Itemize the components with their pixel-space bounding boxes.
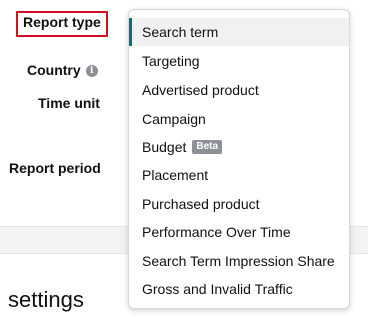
option-advertised-product[interactable]: Advertised product: [129, 76, 349, 104]
option-label: Purchased product: [142, 196, 260, 212]
option-budget[interactable]: Budget Beta: [129, 133, 349, 161]
report-type-dropdown-menu: Search term Targeting Advertised product…: [128, 9, 350, 309]
option-label: Targeting: [142, 53, 200, 69]
option-search-term[interactable]: Search term: [129, 18, 349, 46]
option-label: Search Term Impression Share: [142, 253, 335, 269]
option-performance-over-time[interactable]: Performance Over Time: [129, 218, 349, 246]
info-icon[interactable]: i: [85, 64, 98, 77]
option-label: Search term: [142, 24, 219, 40]
option-label: Gross and Invalid Traffic: [142, 281, 293, 297]
option-label: Placement: [142, 167, 209, 183]
option-campaign[interactable]: Campaign: [129, 105, 349, 133]
option-label: Budget: [142, 139, 187, 155]
report-period-label: Report period: [9, 160, 101, 176]
country-label-row: Country i: [27, 62, 98, 79]
time-unit-label: Time unit: [38, 95, 100, 111]
option-label: Advertised product: [142, 82, 259, 98]
settings-heading: settings: [8, 287, 84, 312]
country-label: Country: [27, 62, 81, 78]
option-gross-and-invalid-traffic[interactable]: Gross and Invalid Traffic: [129, 275, 349, 303]
report-type-label: Report type: [16, 11, 108, 37]
option-purchased-product[interactable]: Purchased product: [129, 190, 349, 218]
option-targeting[interactable]: Targeting: [129, 47, 349, 75]
option-search-term-impression-share[interactable]: Search Term Impression Share: [129, 247, 349, 275]
option-label: Campaign: [142, 111, 206, 127]
option-placement[interactable]: Placement: [129, 161, 349, 189]
beta-badge: Beta: [192, 140, 223, 154]
option-label: Performance Over Time: [142, 224, 291, 240]
